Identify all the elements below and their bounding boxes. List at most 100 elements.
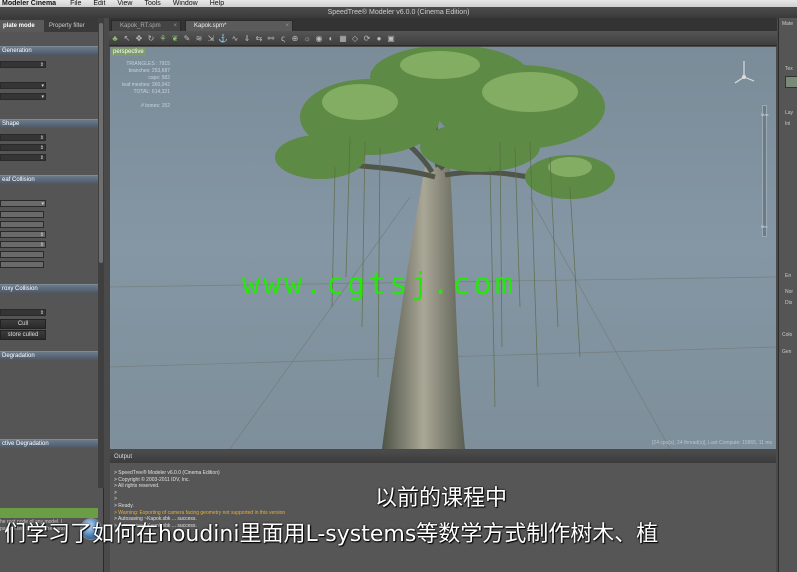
rp-label: Tex [785, 66, 793, 72]
spline-icon[interactable]: ς [277, 31, 289, 45]
rp-label: Colo [782, 332, 793, 338]
leaf-collision-field-6[interactable] [0, 261, 44, 268]
restore-culled-button[interactable]: store culled [0, 330, 46, 340]
chevron-down-icon: ▾ [41, 83, 44, 89]
section-active-degradation[interactable]: ctive Degradation [0, 439, 98, 448]
menu-window[interactable]: Window [173, 0, 198, 7]
shape-field-3[interactable]: ⇕ [0, 154, 46, 161]
spin-arrows-icon: ⇕ [39, 145, 44, 151]
view-icon[interactable]: ◐ [325, 31, 337, 45]
move-tool-icon[interactable]: ✥ [133, 31, 145, 45]
tab-label: Kapok_RT.spm [120, 23, 161, 29]
rp-label: Gen [782, 349, 792, 355]
slider-min-label: Min [761, 224, 768, 229]
compute-status: [24 cpu(s), 24 thread(s)], Last Compute:… [652, 440, 772, 446]
spin-arrows-icon: ⇕ [39, 310, 44, 316]
light-icon[interactable]: ☼ [301, 31, 313, 45]
stat-leaf-meshes: leaf meshes: 360,042 [122, 82, 170, 88]
branch-tool-icon[interactable]: ⚘ [157, 31, 169, 45]
rotate-tool-icon[interactable]: ↻ [145, 31, 157, 45]
anchor-icon[interactable]: ⚓ [217, 31, 229, 45]
property-tabs: plate mode Property filter [0, 18, 103, 32]
section-generation[interactable]: Generation [0, 46, 98, 55]
3d-viewport[interactable]: perspective TRIANGLES : 7915 branches: 2… [110, 47, 776, 449]
camera-icon[interactable]: ◉ [313, 31, 325, 45]
generation-dropdown-1[interactable]: ▾ [0, 82, 46, 89]
section-shape[interactable]: Shape [0, 119, 98, 128]
menu-view[interactable]: View [117, 0, 132, 7]
tab-kapok[interactable]: Kapok.spm* × [185, 20, 293, 31]
log-line: > SpeedTree® Modeler v6.0.0 (Cinema Edit… [114, 470, 220, 476]
axis-gizmo-icon[interactable] [732, 59, 756, 85]
rp-label: En [785, 273, 792, 279]
pencil-tool-icon[interactable]: ✎ [181, 31, 193, 45]
rp-label: Dis [785, 300, 793, 306]
select-tool-icon[interactable]: ↖ [121, 31, 133, 45]
leaf-collision-dropdown[interactable]: ▾ [0, 200, 46, 207]
scale-tool-icon[interactable]: ⇲ [205, 31, 217, 45]
view-label: perspective [111, 48, 146, 56]
subtitle-line-1: 以前的课程中 [374, 486, 507, 511]
rp-label: Nor [785, 289, 794, 295]
section-degradation[interactable]: Degradation [0, 351, 98, 360]
tab-kapok-rt[interactable]: Kapok_RT.spm × [111, 20, 181, 31]
arrow-down-icon[interactable]: ⇓ [241, 31, 253, 45]
output-title: Output [110, 451, 776, 463]
generation-field[interactable]: ⇕ [0, 61, 46, 68]
pivot-icon[interactable]: ⊕ [289, 31, 301, 45]
generation-dropdown-2[interactable]: ▾ [0, 93, 46, 100]
leaf-collision-field-3[interactable]: ⇕ [0, 231, 46, 238]
section-leaf-collision[interactable]: eaf Collision [0, 175, 98, 184]
toolbar: ♣ ↖ ✥ ↻ ⚘ ❦ ✎ ≋ ⇲ ⚓ ∿ ⇓ ⇆ ⚯ ς ⊕ ☼ ◉ ◐ ▦ ◇ ⟳ ● ▣ [109, 31, 777, 46]
stats-overlay: TRIANGLES : 7915 branches: 253,687 caps:… [116, 61, 170, 109]
shading-icon[interactable]: ● [373, 31, 385, 45]
stat-triangles: TRIANGLES : 7915 [126, 61, 170, 67]
leaf-collision-field-1[interactable] [0, 211, 44, 218]
slider-max-label: Max [761, 112, 769, 117]
scrollbar-thumb[interactable] [99, 23, 103, 263]
spin-arrows-icon: ⇕ [39, 155, 44, 161]
link-icon[interactable]: ⚯ [265, 31, 277, 45]
stat-total: TOTAL: 614,321 [133, 89, 170, 95]
leaf-tool-icon[interactable]: ❦ [169, 31, 181, 45]
stat-bones: # bones: 152 [141, 103, 170, 109]
spin-arrows-icon: ⇕ [39, 242, 44, 248]
wind-tool-icon[interactable]: ≋ [193, 31, 205, 45]
tab-label: Kapok.spm* [194, 23, 227, 29]
connect-icon[interactable]: ⇆ [253, 31, 265, 45]
display-options-icon[interactable]: ▣ [385, 31, 397, 45]
menu-tools[interactable]: Tools [144, 0, 160, 7]
curve-tool-icon[interactable]: ∿ [229, 31, 241, 45]
tab-template-mode[interactable]: plate mode [0, 20, 44, 32]
menu-bar: Modeler Cinema File Edit View Tools Window Hel… [0, 0, 797, 7]
app-menu[interactable]: Modeler Cinema [2, 0, 56, 7]
section-proxy-collision[interactable]: roxy Collision [0, 284, 98, 293]
tab-property-filter[interactable]: Property filter [46, 20, 96, 32]
leaf-collision-field-4[interactable]: ⇕ [0, 241, 46, 248]
refresh-icon[interactable]: ⟳ [361, 31, 373, 45]
lod-slider[interactable]: Max Min [761, 105, 769, 237]
menu-edit[interactable]: Edit [93, 0, 105, 7]
chevron-down-icon: ▾ [41, 94, 44, 100]
stat-caps: caps: 582 [148, 75, 170, 81]
tree-tool-icon[interactable]: ♣ [109, 31, 121, 45]
shape-field-2[interactable]: ⇕ [0, 144, 46, 151]
proxy-collision-field[interactable]: ⇕ [0, 309, 46, 316]
property-scrollbar[interactable] [98, 18, 104, 488]
grid-icon[interactable]: ▦ [337, 31, 349, 45]
subtitle-line-2: 们学习了如何在houdini里面用L-systems等数学方式制作树木、植 [4, 522, 659, 547]
chevron-down-icon: ▾ [41, 201, 44, 207]
texture-thumbnail[interactable] [785, 76, 797, 88]
spin-arrows-icon: ⇕ [39, 232, 44, 238]
leaf-collision-field-5[interactable] [0, 251, 44, 258]
watermark: www.cgtsj.com [242, 267, 516, 302]
leaf-collision-field-2[interactable] [0, 221, 44, 228]
document-tabs: Kapok_RT.spm × Kapok.spm* × [109, 18, 777, 31]
window-title: SpeedTree® Modeler v6.0.0 (Cinema Editio… [0, 7, 797, 18]
wireframe-icon[interactable]: ◇ [349, 31, 361, 45]
tree-render [110, 47, 776, 449]
menu-help[interactable]: Help [210, 0, 224, 7]
menu-file[interactable]: File [70, 0, 81, 7]
shape-field-1[interactable]: ⇕ [0, 134, 46, 141]
cull-button[interactable]: Cull [0, 319, 46, 329]
